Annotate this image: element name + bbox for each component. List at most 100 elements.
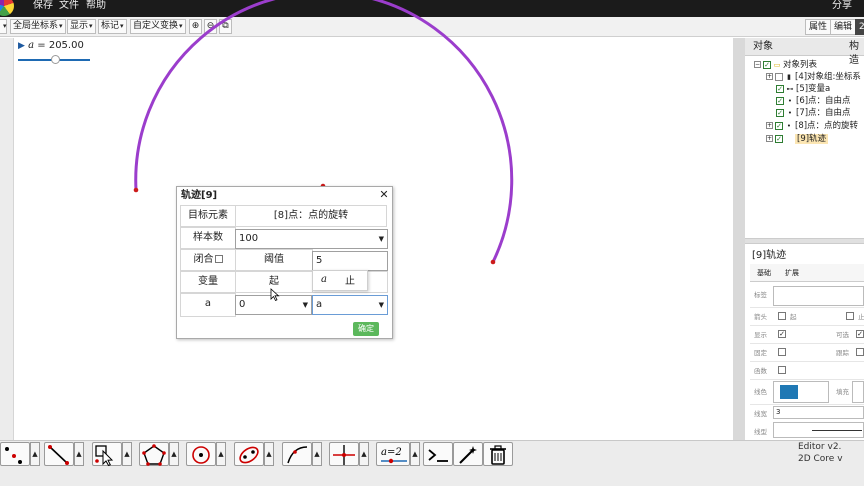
collapse-icon[interactable]: − bbox=[754, 61, 761, 68]
stroke-color-swatch[interactable] bbox=[780, 385, 798, 399]
intersect-tool-button[interactable] bbox=[329, 442, 359, 466]
variable-tool-button[interactable]: a=2 bbox=[376, 442, 410, 466]
select-tool-caret[interactable]: ▲ bbox=[122, 442, 132, 466]
tangent-tool-icon bbox=[287, 446, 308, 464]
intersect-tool-caret[interactable]: ▲ bbox=[359, 442, 369, 466]
construct-panel-title[interactable]: 构造 bbox=[849, 40, 864, 68]
line-tool-caret[interactable]: ▲ bbox=[74, 442, 84, 466]
selectable-checkbox[interactable]: ✓ bbox=[856, 330, 864, 338]
prop-label-selectable: 可选 bbox=[836, 331, 849, 339]
delete-tool-button[interactable] bbox=[483, 442, 513, 466]
bar-chart-icon: ▮ bbox=[787, 73, 791, 81]
tree-item-6[interactable]: ✓ • [6]点：自由点 bbox=[776, 96, 851, 107]
curve-tool-caret[interactable]: ▲ bbox=[312, 442, 322, 466]
play-icon[interactable]: ▶ bbox=[18, 41, 25, 51]
tree-item-root[interactable]: − ✓ ▭ 对象列表 bbox=[754, 60, 817, 71]
arrow-start-checkbox[interactable] bbox=[778, 312, 786, 320]
line-width-input[interactable]: 3 bbox=[773, 406, 864, 419]
curve-tool-button[interactable] bbox=[282, 442, 312, 466]
slider-label[interactable]: ▶ a = 205.00 bbox=[18, 40, 84, 52]
point-icon: • bbox=[786, 122, 792, 130]
expand-icon[interactable]: + bbox=[766, 73, 773, 80]
tree-item-5[interactable]: ✓ ⊷ [5]变量a bbox=[776, 84, 830, 95]
variable-tool-caret[interactable]: ▲ bbox=[410, 442, 420, 466]
line-tool-button[interactable] bbox=[44, 442, 74, 466]
tree-checkbox[interactable]: ✓ bbox=[763, 60, 771, 69]
prop-label-fill: 填充 bbox=[836, 388, 849, 396]
tree-item-9[interactable]: + ✓ [9]轨迹 bbox=[766, 134, 829, 145]
properties-tabs: 基础 扩展 bbox=[750, 264, 864, 282]
tab-more[interactable]: 2 bbox=[855, 19, 864, 35]
show-checkbox[interactable]: ✓ bbox=[778, 330, 786, 338]
slider-icon: ⊷ bbox=[786, 85, 794, 93]
confirm-button[interactable]: 确定 bbox=[353, 322, 379, 336]
tab-basic[interactable]: 基础 bbox=[757, 267, 771, 279]
ellipse-tool-icon bbox=[239, 446, 259, 464]
prop-label-fixed: 固定 bbox=[754, 349, 767, 357]
circle-tool-button[interactable] bbox=[186, 442, 216, 466]
prop-label-func: 函数 bbox=[754, 367, 767, 375]
conic-tool-caret[interactable]: ▲ bbox=[264, 442, 274, 466]
mouse-cursor-icon bbox=[270, 288, 280, 302]
closed-checkbox[interactable] bbox=[214, 255, 223, 263]
polygon-tool-caret[interactable]: ▲ bbox=[169, 442, 179, 466]
divider bbox=[750, 379, 864, 380]
end-select[interactable]: a ▼ bbox=[312, 295, 388, 315]
expand-icon[interactable]: + bbox=[766, 122, 773, 129]
slider-knob[interactable] bbox=[50, 55, 60, 64]
intersect-tool-icon bbox=[333, 445, 355, 465]
prop-label-style: 线型 bbox=[754, 428, 767, 436]
command-line-icon bbox=[428, 449, 448, 462]
panel-splitter[interactable] bbox=[745, 238, 864, 244]
tree-item-label: [4]对象组:坐标系 bbox=[795, 72, 861, 82]
variable-popup[interactable]: a bbox=[312, 270, 368, 291]
select-tool-button[interactable] bbox=[92, 442, 122, 467]
divider bbox=[750, 361, 864, 362]
point-icon: • bbox=[787, 97, 793, 105]
func-checkbox[interactable] bbox=[778, 366, 786, 374]
polygon-tool-button[interactable] bbox=[139, 442, 169, 466]
command-tool-button[interactable] bbox=[423, 442, 453, 466]
tree-checkbox[interactable]: ✓ bbox=[776, 84, 784, 93]
tree-item-4[interactable]: +✓ ▮ [4]对象组:坐标系 bbox=[766, 72, 861, 83]
samples-select[interactable]: 100 ▼ bbox=[235, 229, 388, 249]
tab-edit[interactable]: 编辑 bbox=[830, 19, 857, 35]
tab-property[interactable]: 属性 bbox=[805, 19, 832, 35]
magic-tool-button[interactable] bbox=[453, 442, 483, 466]
popup-option[interactable]: a bbox=[321, 274, 327, 285]
tree-checkbox[interactable]: ✓ bbox=[775, 72, 783, 81]
circle-tool-caret[interactable]: ▲ bbox=[216, 442, 226, 466]
tree-item-7[interactable]: ✓ • [7]点：自由点 bbox=[776, 108, 851, 119]
line-style-select[interactable] bbox=[773, 422, 864, 438]
point-tool-button[interactable] bbox=[0, 442, 30, 466]
end-label-overlay: 止 bbox=[345, 276, 355, 287]
share-button[interactable]: 分享 bbox=[832, 0, 852, 12]
tree-item-label: [7]点：自由点 bbox=[796, 108, 851, 118]
trace-checkbox[interactable] bbox=[856, 348, 864, 356]
tag-input[interactable] bbox=[773, 286, 864, 306]
editor-version: Editor v2. bbox=[798, 442, 842, 452]
free-point-6 bbox=[133, 187, 139, 193]
tree-checkbox[interactable]: ✓ bbox=[776, 96, 784, 105]
fill-color-field[interactable] bbox=[852, 381, 864, 403]
tree-checkbox[interactable]: ✓ bbox=[775, 121, 783, 130]
canvas-vertical-scrollbar[interactable] bbox=[733, 38, 745, 440]
fixed-checkbox[interactable] bbox=[778, 348, 786, 356]
prop-label-color: 线色 bbox=[754, 388, 767, 396]
target-value[interactable]: [8]点：点的旋转 bbox=[235, 205, 387, 227]
tree-checkbox[interactable]: ✓ bbox=[776, 108, 784, 117]
conic-tool-button[interactable] bbox=[234, 442, 264, 466]
chevron-down-icon: ▼ bbox=[378, 301, 384, 309]
point-tool-caret[interactable]: ▲ bbox=[30, 442, 40, 466]
threshold-input[interactable]: 5 bbox=[312, 251, 388, 271]
tab-extend[interactable]: 扩展 bbox=[785, 267, 799, 279]
svg-text:a=2: a=2 bbox=[381, 447, 402, 458]
tree-item-label: [6]点：自由点 bbox=[796, 96, 851, 106]
stroke-color-field[interactable] bbox=[773, 381, 829, 403]
arrow-end-checkbox[interactable] bbox=[846, 312, 854, 320]
tree-checkbox[interactable]: ✓ bbox=[775, 134, 783, 143]
tree-item-8[interactable]: + ✓ • [8]点：点的旋转 bbox=[766, 121, 858, 132]
expand-icon[interactable]: + bbox=[766, 135, 773, 142]
close-icon[interactable]: ✕ bbox=[378, 189, 390, 201]
slider-value: 205.00 bbox=[48, 40, 84, 51]
